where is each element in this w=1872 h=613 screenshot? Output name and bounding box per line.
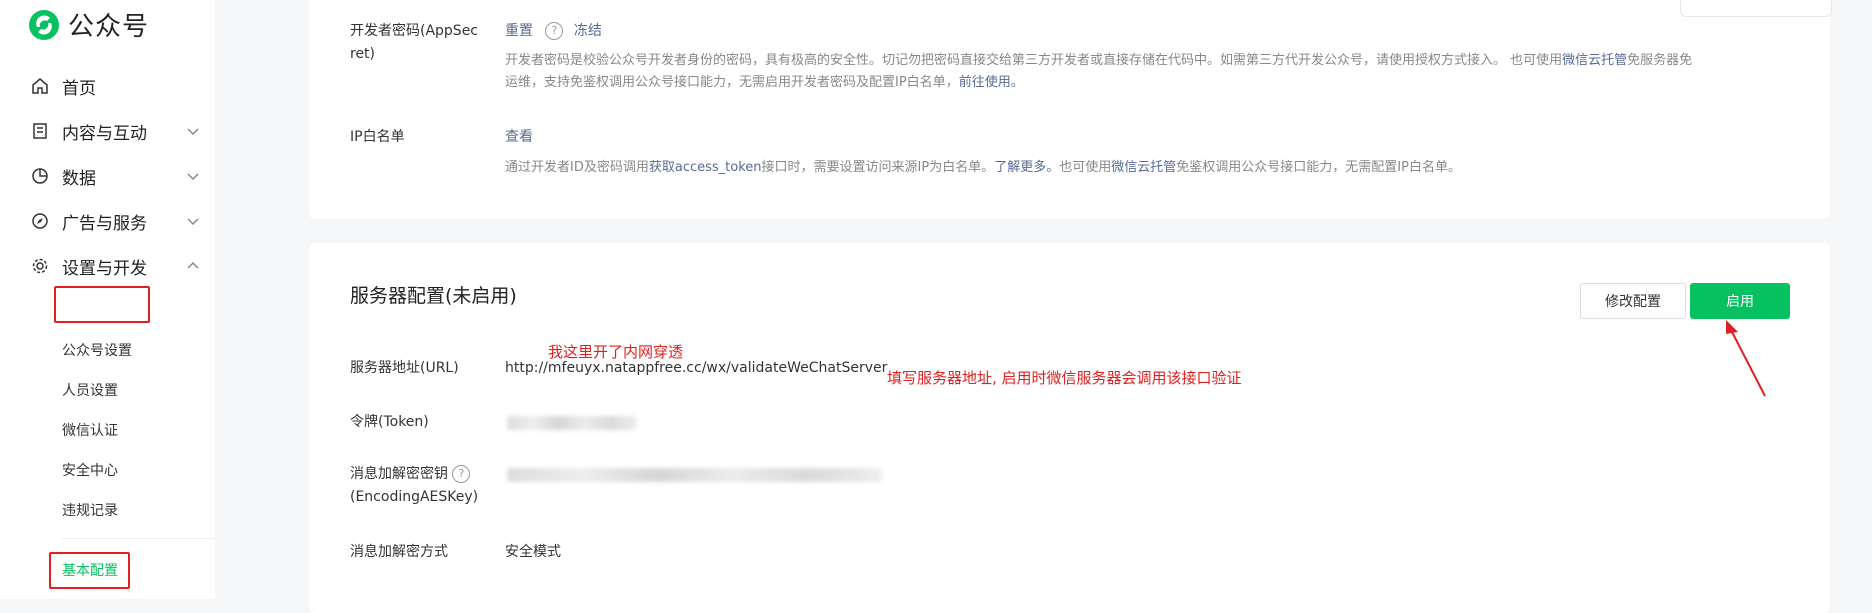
sidebar-item-content[interactable]: 内容与互动 [30, 113, 200, 149]
pie-chart-icon [30, 166, 50, 186]
modify-config-button[interactable]: 修改配置 [1580, 283, 1686, 319]
ip-desc-text: 接口时，需要设置访问来源IP为白名单。 [761, 160, 995, 175]
red-arrow-annotation [1726, 320, 1766, 397]
sidebar-item-home[interactable]: 首页 [30, 68, 200, 104]
appsecret-desc-text: 开发者密码是校验公众号开发者身份的密码，具有极高的安全性。切记勿把密码直接交给第… [505, 53, 1563, 68]
chevron-down-icon [187, 173, 199, 181]
freeze-link[interactable]: 冻结 [574, 23, 602, 39]
cloud-hosting-link[interactable]: 微信云托管 [1111, 160, 1176, 175]
aes-key-value-redacted [507, 468, 882, 482]
sidebar-item-data[interactable]: 数据 [30, 158, 200, 194]
token-value-redacted [507, 416, 637, 430]
appsecret-description-line2: 运维，支持免鉴权调用公众号接口能力，无需启用开发者密码及配置IP白名单，前往使用… [505, 72, 1024, 94]
home-icon [30, 76, 50, 96]
aes-key-label-line2: (EncodingAESKey) [350, 489, 479, 505]
compass-icon [30, 211, 50, 231]
help-icon[interactable]: ? [545, 22, 564, 40]
appsecret-label-line2: ret) [350, 46, 376, 62]
ip-whitelist-label: IP白名单 [350, 129, 405, 145]
gear-icon [30, 256, 50, 276]
help-icon[interactable]: ? [452, 465, 471, 483]
encryption-mode-label: 消息加解密方式 [350, 544, 448, 560]
cloud-hosting-link[interactable]: 微信云托管 [1562, 53, 1627, 68]
highlight-box-basic-config [49, 552, 130, 589]
aes-key-label-text: 消息加解密密钥 [350, 466, 448, 482]
document-icon [30, 121, 50, 141]
appsecret-label-line1: 开发者密码(AppSec [350, 23, 479, 39]
sidebar-item-settings[interactable]: 设置与开发 [30, 248, 200, 284]
sidebar-item-label: 数据 [62, 168, 96, 189]
top-right-popover [1680, 0, 1832, 17]
sidebar-item-label: 首页 [62, 78, 96, 99]
sidebar-divider [62, 538, 215, 539]
server-url-label: 服务器地址(URL) [350, 360, 459, 376]
sidebar-item-label: 内容与互动 [62, 123, 147, 144]
server-config-title: 服务器配置(未启用) [350, 285, 517, 307]
sidebar-subitem-wechat-verification[interactable]: 微信认证 [62, 420, 118, 440]
go-use-link[interactable]: 前往使用。 [959, 75, 1024, 90]
appsecret-desc-text: 免服务器免 [1627, 53, 1693, 68]
enable-button[interactable]: 启用 [1690, 283, 1790, 319]
tunnel-annotation: 我这里开了内网穿透 [548, 343, 684, 361]
ip-desc-text: 免鉴权调用公众号接口能力，无需配置IP白名单。 [1176, 160, 1461, 175]
aes-key-label-line1: 消息加解密密钥 ? [350, 463, 471, 485]
wechat-mp-logo-icon [29, 9, 59, 40]
chevron-down-icon [187, 128, 199, 136]
sidebar-subitem-account-settings[interactable]: 公众号设置 [62, 340, 132, 360]
ip-view-link[interactable]: 查看 [505, 126, 533, 148]
access-token-link[interactable]: 获取access_token [649, 160, 762, 175]
chevron-down-icon [187, 218, 199, 226]
sidebar-item-label: 设置与开发 [62, 258, 147, 279]
sidebar-subitem-violation-records[interactable]: 违规记录 [62, 500, 118, 520]
highlight-box-settings [54, 286, 150, 323]
chevron-up-icon [187, 261, 199, 269]
ip-whitelist-description: 通过开发者ID及密码调用获取access_token接口时，需要设置访问来源IP… [505, 157, 1461, 179]
ip-desc-text: 也可使用 [1059, 160, 1112, 175]
encryption-mode-value: 安全模式 [505, 544, 561, 560]
sidebar-item-ads[interactable]: 广告与服务 [30, 203, 200, 239]
appsecret-desc-text: 运维，支持免鉴权调用公众号接口能力，无需启用开发者密码及配置IP白名单， [505, 75, 959, 90]
server-url-annotation: 填写服务器地址, 启用时微信服务器会调用该接口验证 [887, 369, 1242, 387]
sidebar-item-label: 广告与服务 [62, 213, 147, 234]
sidebar: 公众号 首页 内容与互动 数据 广告与服务 设置与开发 公众号设置 人员设置 微… [0, 0, 215, 599]
server-url-value: http://mfeuyx.natappfree.cc/wx/validateW… [505, 360, 888, 376]
sidebar-subitem-security-center[interactable]: 安全中心 [62, 460, 118, 480]
ip-desc-text: 通过开发者ID及密码调用 [505, 160, 649, 175]
token-label: 令牌(Token) [350, 414, 429, 430]
appsecret-actions: 重置 ? 冻结 [505, 20, 602, 42]
logo[interactable]: 公众号 [28, 6, 149, 43]
app-title: 公众号 [68, 12, 150, 42]
appsecret-description-line1: 开发者密码是校验公众号开发者身份的密码，具有极高的安全性。切记勿把密码直接交给第… [505, 50, 1692, 72]
learn-more-link[interactable]: 了解更多。 [994, 160, 1059, 175]
reset-link[interactable]: 重置 [505, 23, 533, 39]
sidebar-subitem-member-settings[interactable]: 人员设置 [62, 380, 118, 400]
